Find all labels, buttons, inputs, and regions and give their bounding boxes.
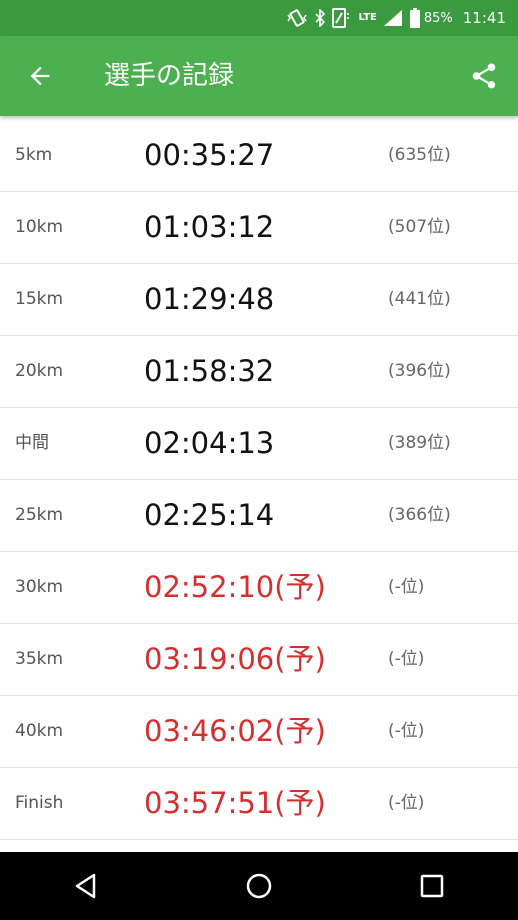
split-row: 中間 02:04:13 (389位) <box>0 408 518 480</box>
system-nav-bar <box>0 852 518 920</box>
page-title: 選手の記録 <box>104 61 235 91</box>
split-point-label: Finish <box>15 793 64 813</box>
split-time: 01:03:12 <box>144 210 275 244</box>
split-time-predicted: 03:46:02(予) <box>144 714 326 748</box>
network-type: LTE <box>358 12 377 23</box>
battery-percent: 85% <box>423 10 453 26</box>
split-row: 20km 01:58:32 (396位) <box>0 336 518 408</box>
split-time-predicted: 03:19:06(予) <box>144 642 326 676</box>
split-time-predicted: 02:52:10(予) <box>144 570 326 604</box>
nav-recents-button[interactable] <box>408 862 456 910</box>
split-row: 10km 01:03:12 (507位) <box>0 192 518 264</box>
split-time: 01:29:48 <box>144 282 275 316</box>
split-rank: (635位) <box>388 145 451 165</box>
triangle-back-icon <box>76 873 96 899</box>
split-row: 15km 01:29:48 (441位) <box>0 264 518 336</box>
split-rank: (441位) <box>388 289 451 309</box>
split-list: 5km 00:35:27 (635位) 10km 01:03:12 (507位)… <box>0 120 518 840</box>
split-rank: (396位) <box>388 361 451 381</box>
split-point-label: 20km <box>15 361 64 381</box>
clock: 11:41 <box>462 9 506 27</box>
nav-back-button[interactable] <box>62 862 110 910</box>
split-row: 40km 03:46:02(予) (-位) <box>0 696 518 768</box>
app-bar: 選手の記録 <box>0 36 518 116</box>
split-time: 02:04:13 <box>144 426 275 460</box>
status-bar: LTE 85% 11:41 <box>0 0 518 36</box>
split-row: 35km 03:19:06(予) (-位) <box>0 624 518 696</box>
split-row: Finish 03:57:51(予) (-位) <box>0 768 518 840</box>
split-point-label: 30km <box>15 577 64 597</box>
split-rank: (-位) <box>388 793 425 813</box>
nfc-icon <box>332 8 350 28</box>
split-rank: (507位) <box>388 217 451 237</box>
split-rank: (389位) <box>388 433 451 453</box>
split-point-label: 5km <box>15 145 53 165</box>
split-point-label: 15km <box>15 289 64 309</box>
back-button[interactable] <box>22 58 58 94</box>
vibrate-icon <box>286 9 308 27</box>
battery-icon <box>409 8 421 28</box>
split-point-label: 中間 <box>15 433 49 453</box>
share-button[interactable] <box>466 58 502 94</box>
split-rank: (-位) <box>388 721 425 741</box>
split-point-label: 10km <box>15 217 64 237</box>
split-time-predicted: 03:57:51(予) <box>144 786 326 820</box>
split-rank: (-位) <box>388 649 425 669</box>
split-point-label: 25km <box>15 505 64 525</box>
circle-home-icon <box>246 873 272 899</box>
share-icon <box>472 63 496 89</box>
bluetooth-icon <box>314 9 326 27</box>
split-row: 5km 00:35:27 (635位) <box>0 120 518 192</box>
split-point-label: 35km <box>15 649 64 669</box>
split-row: 25km 02:25:14 (366位) <box>0 480 518 552</box>
square-recents-icon <box>420 874 443 898</box>
signal-icon <box>383 9 403 27</box>
back-arrow-icon <box>30 66 50 86</box>
split-time: 02:25:14 <box>144 498 275 532</box>
split-time: 00:35:27 <box>144 138 275 172</box>
split-row: 30km 02:52:10(予) (-位) <box>0 552 518 624</box>
split-rank: (366位) <box>388 505 451 525</box>
split-point-label: 40km <box>15 721 64 741</box>
split-time: 01:58:32 <box>144 354 275 388</box>
nav-home-button[interactable] <box>235 862 283 910</box>
split-rank: (-位) <box>388 577 425 597</box>
